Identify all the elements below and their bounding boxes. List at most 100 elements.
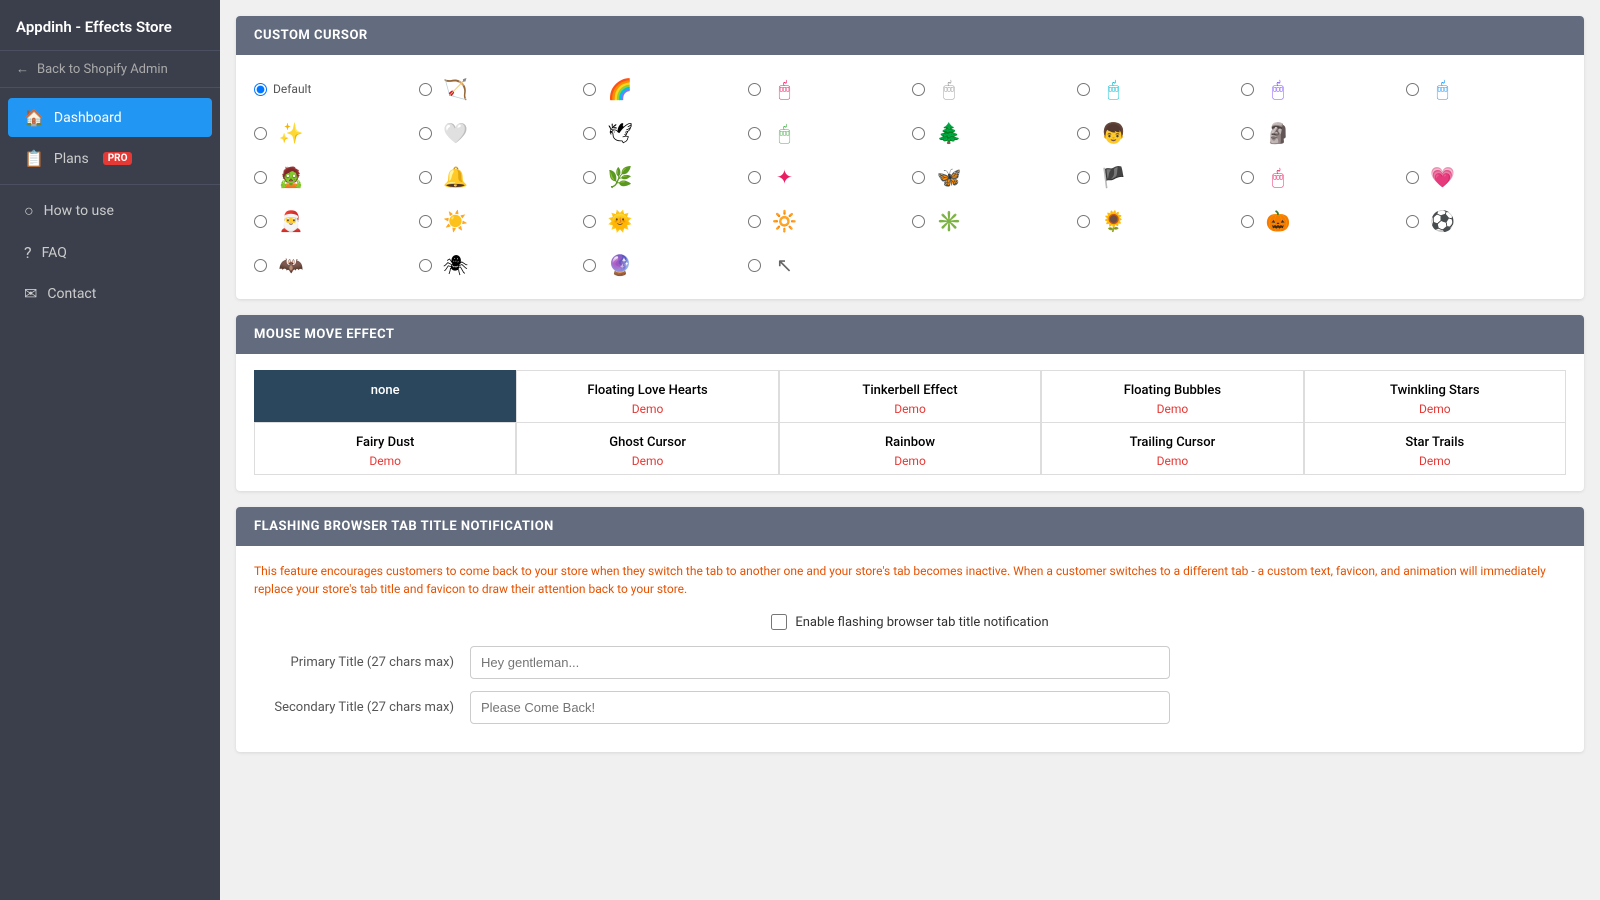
cursor-option-21[interactable]: 🖱 bbox=[1241, 159, 1402, 195]
cursor-option-19[interactable]: 🦋 bbox=[912, 159, 1073, 195]
cursor-img-20: 🏴 bbox=[1096, 159, 1132, 195]
cursor-option-26[interactable]: 🔆 bbox=[748, 203, 909, 239]
cursor-option-34[interactable]: ↖ bbox=[748, 247, 909, 283]
cursor-option-15[interactable]: 🧟 bbox=[254, 159, 415, 195]
cursor-option-13[interactable]: 👦 bbox=[1077, 115, 1238, 151]
cursor-option-27[interactable]: ✳️ bbox=[912, 203, 1073, 239]
cursor-option-28[interactable]: 🌻 bbox=[1077, 203, 1238, 239]
cursor-radio-default[interactable] bbox=[254, 83, 267, 96]
cursor-option-30[interactable]: ⚽ bbox=[1406, 203, 1567, 239]
cursor-img-14: 🗿 bbox=[1260, 115, 1296, 151]
cursor-option-23[interactable]: 🎅 bbox=[254, 203, 415, 239]
cursor-radio-18[interactable] bbox=[748, 171, 761, 184]
cursor-radio-5[interactable] bbox=[1077, 83, 1090, 96]
cursor-radio-20[interactable] bbox=[1077, 171, 1090, 184]
effect-trailing-cursor[interactable]: Trailing Cursor Demo bbox=[1041, 422, 1303, 475]
cursor-option-1[interactable]: 🏹 bbox=[419, 71, 580, 107]
cursor-img-1: 🏹 bbox=[438, 71, 474, 107]
cursor-radio-23[interactable] bbox=[254, 215, 267, 228]
cursor-option-default[interactable]: Default bbox=[254, 82, 415, 96]
enable-flashing-checkbox[interactable] bbox=[771, 614, 787, 630]
cursor-radio-1[interactable] bbox=[419, 83, 432, 96]
primary-title-input[interactable] bbox=[470, 646, 1170, 679]
cursor-radio-21[interactable] bbox=[1241, 171, 1254, 184]
cursor-option-2[interactable]: 🌈 bbox=[583, 71, 744, 107]
sidebar-item-plans[interactable]: 📋 Plans PRO bbox=[8, 139, 212, 178]
cursor-img-6: 🖱 bbox=[1260, 71, 1296, 107]
cursor-option-18[interactable]: ✦ bbox=[748, 159, 909, 195]
custom-cursor-section: CUSTOM CURSOR Default 🏹 🌈 🖱 bbox=[236, 16, 1584, 299]
cursor-radio-19[interactable] bbox=[912, 171, 925, 184]
effect-twinkling-stars[interactable]: Twinkling Stars Demo bbox=[1304, 370, 1566, 423]
cursor-option-24[interactable]: ☀️ bbox=[419, 203, 580, 239]
cursor-option-6[interactable]: 🖱 bbox=[1241, 71, 1402, 107]
cursor-radio-13[interactable] bbox=[1077, 127, 1090, 140]
cursor-option-20[interactable]: 🏴 bbox=[1077, 159, 1238, 195]
cursor-option-10[interactable]: 🕊 bbox=[583, 115, 744, 151]
contact-icon: ✉ bbox=[24, 284, 37, 303]
cursor-radio-31[interactable] bbox=[254, 259, 267, 272]
sidebar-item-how-to-use[interactable]: ○ How to use bbox=[8, 191, 212, 231]
cursor-option-32[interactable]: 🕷 bbox=[419, 247, 580, 283]
cursor-img-21: 🖱 bbox=[1260, 159, 1296, 195]
sidebar-item-contact[interactable]: ✉ Contact bbox=[8, 274, 212, 313]
cursor-radio-4[interactable] bbox=[912, 83, 925, 96]
cursor-option-31[interactable]: 🦇 bbox=[254, 247, 415, 283]
cursor-option-16[interactable]: 🔔 bbox=[419, 159, 580, 195]
effect-tinkerbell[interactable]: Tinkerbell Effect Demo bbox=[779, 370, 1041, 423]
cursor-option-7[interactable]: 🖱 bbox=[1406, 71, 1567, 107]
cursor-radio-8[interactable] bbox=[254, 127, 267, 140]
cursor-radio-2[interactable] bbox=[583, 83, 596, 96]
cursor-radio-10[interactable] bbox=[583, 127, 596, 140]
cursor-radio-11[interactable] bbox=[748, 127, 761, 140]
sidebar-item-dashboard[interactable]: 🏠 Dashboard bbox=[8, 98, 212, 137]
cursor-img-25: 🌞 bbox=[602, 203, 638, 239]
cursor-option-8[interactable]: ✨ bbox=[254, 115, 415, 151]
cursor-radio-27[interactable] bbox=[912, 215, 925, 228]
cursor-option-17[interactable]: 🌿 bbox=[583, 159, 744, 195]
cursor-img-8: ✨ bbox=[273, 115, 309, 151]
cursor-option-25[interactable]: 🌞 bbox=[583, 203, 744, 239]
effect-fairy-dust[interactable]: Fairy Dust Demo bbox=[254, 422, 516, 475]
cursor-option-5[interactable]: 🖱 bbox=[1077, 71, 1238, 107]
cursor-radio-26[interactable] bbox=[748, 215, 761, 228]
cursor-radio-6[interactable] bbox=[1241, 83, 1254, 96]
cursor-radio-17[interactable] bbox=[583, 171, 596, 184]
cursor-radio-14[interactable] bbox=[1241, 127, 1254, 140]
cursor-option-29[interactable]: 🎃 bbox=[1241, 203, 1402, 239]
cursor-radio-3[interactable] bbox=[748, 83, 761, 96]
cursor-img-31: 🦇 bbox=[273, 247, 309, 283]
sidebar-item-faq[interactable]: ? FAQ bbox=[8, 233, 212, 272]
cursor-radio-9[interactable] bbox=[419, 127, 432, 140]
cursor-radio-34[interactable] bbox=[748, 259, 761, 272]
effect-ghost-cursor[interactable]: Ghost Cursor Demo bbox=[516, 422, 778, 475]
cursor-option-14[interactable]: 🗿 bbox=[1241, 115, 1402, 151]
cursor-radio-7[interactable] bbox=[1406, 83, 1419, 96]
cursor-radio-16[interactable] bbox=[419, 171, 432, 184]
cursor-radio-29[interactable] bbox=[1241, 215, 1254, 228]
cursor-radio-30[interactable] bbox=[1406, 215, 1419, 228]
back-to-shopify-link[interactable]: ← Back to Shopify Admin bbox=[0, 51, 220, 88]
cursor-option-4[interactable]: 🖱 bbox=[912, 71, 1073, 107]
cursor-option-9[interactable]: 🤍 bbox=[419, 115, 580, 151]
cursor-option-3[interactable]: 🖱 bbox=[748, 71, 909, 107]
effect-none[interactable]: none bbox=[254, 370, 516, 423]
effect-star-trails[interactable]: Star Trails Demo bbox=[1304, 422, 1566, 475]
cursor-radio-24[interactable] bbox=[419, 215, 432, 228]
cursor-radio-12[interactable] bbox=[912, 127, 925, 140]
cursor-option-33[interactable]: 🔮 bbox=[583, 247, 744, 283]
cursor-radio-22[interactable] bbox=[1406, 171, 1419, 184]
effect-floating-love-hearts[interactable]: Floating Love Hearts Demo bbox=[516, 370, 778, 423]
secondary-title-input[interactable] bbox=[470, 691, 1170, 724]
cursor-radio-33[interactable] bbox=[583, 259, 596, 272]
cursor-option-12[interactable]: 🌲 bbox=[912, 115, 1073, 151]
cursor-radio-25[interactable] bbox=[583, 215, 596, 228]
cursor-radio-15[interactable] bbox=[254, 171, 267, 184]
cursor-option-22[interactable]: 💗 bbox=[1406, 159, 1567, 195]
cursor-radio-32[interactable] bbox=[419, 259, 432, 272]
cursor-radio-28[interactable] bbox=[1077, 215, 1090, 228]
effect-floating-bubbles[interactable]: Floating Bubbles Demo bbox=[1041, 370, 1303, 423]
cursor-img-27: ✳️ bbox=[931, 203, 967, 239]
cursor-option-11[interactable]: 🖱 bbox=[748, 115, 909, 151]
effect-rainbow[interactable]: Rainbow Demo bbox=[779, 422, 1041, 475]
